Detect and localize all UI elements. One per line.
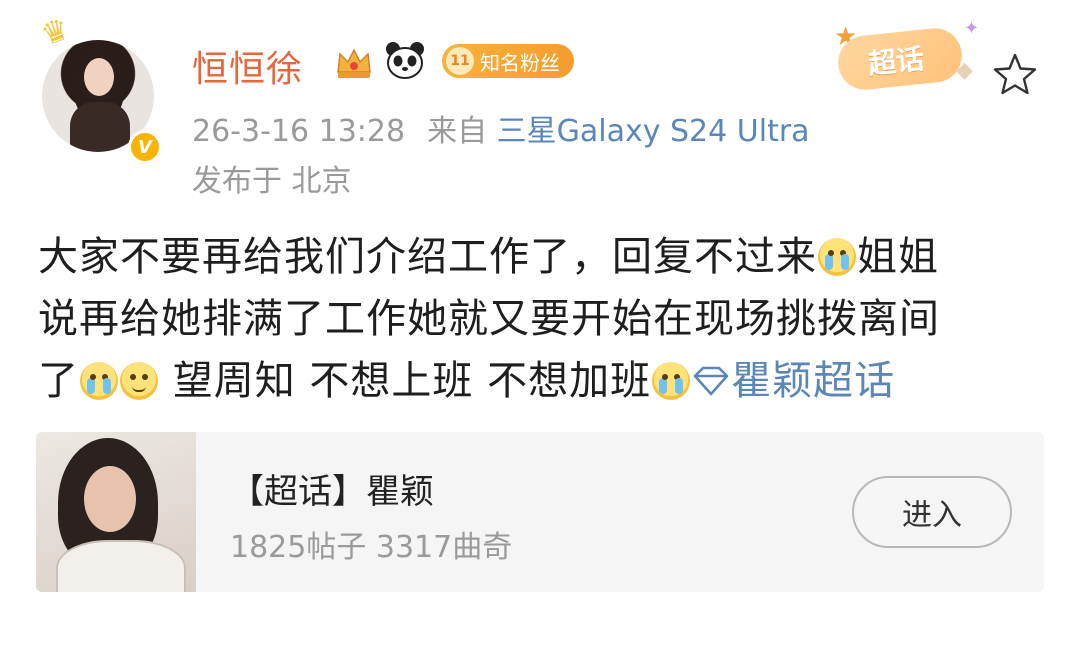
diamond-icon bbox=[693, 366, 729, 396]
post-meta: 26-3-16 13:28 来自 三星Galaxy S24 Ultra bbox=[192, 106, 810, 150]
device-link[interactable]: 三星Galaxy S24 Ultra bbox=[497, 114, 810, 149]
topic-link[interactable]: 瞿颖超话 bbox=[691, 358, 895, 404]
star-outline-icon[interactable] bbox=[990, 50, 1040, 100]
source-prefix: 来自 bbox=[427, 114, 488, 149]
post-content: 大家不要再给我们介绍工作了，回复不过来 姐姐 说再给她排满了工作她就又要开始在现场… bbox=[38, 226, 1048, 412]
crown-icon bbox=[337, 48, 371, 78]
location: 发布于 北京 bbox=[192, 164, 352, 199]
weibo-post: ♛ V 恒恒徐 11 知名粉丝 26-3-16 13:28 来自 三星Galaxy… bbox=[0, 0, 1076, 653]
fan-badge[interactable]: 11 知名粉丝 bbox=[442, 44, 574, 78]
card-title: 【超话】瞿颖 bbox=[230, 472, 434, 512]
smile-face-emoji bbox=[120, 362, 158, 400]
topic-label: 瞿颖超话 bbox=[731, 358, 896, 404]
card-thumbnail bbox=[36, 432, 196, 592]
crying-face-emoji bbox=[652, 362, 691, 400]
content-line2: 说再给她排满了工作她就又要开始在现场挑拨离间 bbox=[38, 296, 940, 342]
content-line3-mid: 望周知 不想上班 不想加班 bbox=[159, 358, 652, 404]
crown-icon: ♛ bbox=[36, 11, 74, 54]
chaohua-tag-label: 超话 bbox=[866, 42, 926, 81]
crying-face-emoji bbox=[80, 362, 118, 400]
verified-v-icon: V bbox=[128, 130, 162, 164]
timestamp: 26-3-16 13:28 bbox=[192, 114, 406, 149]
crying-face-emoji bbox=[818, 238, 856, 276]
card-stats: 1825帖子 3317曲奇 bbox=[230, 530, 513, 565]
content-line1: 大家不要再给我们介绍工作了，回复不过来 bbox=[38, 234, 817, 280]
enter-button[interactable]: 进入 bbox=[852, 476, 1012, 548]
content-line3-start: 了 bbox=[38, 358, 79, 404]
sparkle-icon: ✦ bbox=[964, 18, 980, 39]
fan-level: 11 bbox=[446, 47, 474, 75]
fan-badge-label: 知名粉丝 bbox=[480, 50, 560, 75]
panda-icon bbox=[386, 42, 424, 79]
chaohua-tag[interactable]: ★ 超话 ✦ ◆ bbox=[834, 18, 979, 93]
username[interactable]: 恒恒徐 bbox=[192, 40, 303, 92]
gem-icon: ◆ bbox=[956, 58, 973, 83]
content-line1-tail: 姐姐 bbox=[857, 234, 939, 280]
avatar-container[interactable]: ♛ V bbox=[36, 11, 162, 164]
chaohua-card[interactable]: 【超话】瞿颖 1825帖子 3317曲奇 进入 bbox=[36, 432, 1044, 592]
